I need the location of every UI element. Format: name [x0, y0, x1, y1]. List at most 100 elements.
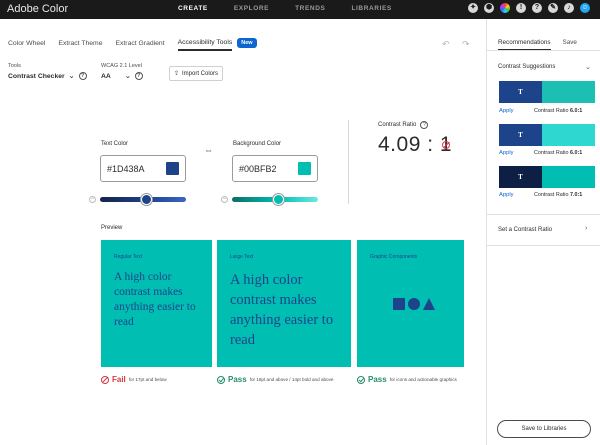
- card-label: Regular Text: [114, 254, 142, 260]
- comment-icon[interactable]: ✎: [548, 3, 558, 13]
- help-icon[interactable]: ?: [78, 72, 87, 80]
- import-colors-button[interactable]: ⇪ Import Colors: [169, 66, 223, 81]
- status-word: Pass: [228, 375, 247, 384]
- apps-icon[interactable]: ⬢: [484, 3, 494, 13]
- suggestion-ratio: Contrast Ratio 6.0:1: [534, 150, 582, 156]
- new-badge: New: [237, 38, 257, 48]
- preview-card-regular: Regular Text A high color contrast makes…: [101, 240, 212, 367]
- status-large: Pass for 18pt and above / 14pt bold and …: [217, 375, 333, 384]
- ratio-value: 6.0:1: [569, 150, 583, 156]
- ratio-value: 7.0:1: [569, 192, 583, 198]
- ratio-label: Contrast Ratio: [534, 150, 569, 156]
- undo-icon[interactable]: ↶: [442, 39, 450, 50]
- wcag-label: WCAG 2.1 Level: [101, 63, 142, 69]
- background-color-label: Background Color: [233, 141, 282, 147]
- fail-icon: [101, 375, 109, 384]
- text-color-slider-knob[interactable]: [141, 194, 152, 205]
- suggestion-bg-color: [542, 124, 595, 146]
- nav-trends[interactable]: TRENDS: [295, 5, 325, 12]
- status-graphics: Pass for icons and actionable graphics: [357, 375, 457, 384]
- triangle-shape-icon: [423, 298, 435, 310]
- top-icons: ✦ ⬢ ! ? ✎ ♪ ☺: [468, 3, 590, 13]
- card-label: Large Text: [230, 254, 254, 260]
- suggestion-ratio: Contrast Ratio 6.0:1: [534, 108, 582, 114]
- status-desc: for icons and actionable graphics: [389, 377, 457, 382]
- help-icon[interactable]: ?: [420, 121, 429, 129]
- preview-card-graphics: Graphic Components: [357, 240, 464, 367]
- card-sample-text: A high color contrast makes anything eas…: [114, 271, 196, 328]
- set-contrast-ratio-label[interactable]: Set a Contrast Ratio: [498, 227, 552, 233]
- minus-icon[interactable]: −: [221, 196, 228, 203]
- suggestion-ratio: Contrast Ratio 7.0:1: [534, 192, 582, 198]
- tab-extract-theme[interactable]: Extract Theme: [58, 40, 102, 51]
- fail-icon: [442, 141, 450, 149]
- text-color-hex: #1D438A: [107, 164, 145, 174]
- divider: [348, 120, 349, 204]
- tab-accessibility-tools[interactable]: Accessibility Tools: [177, 39, 233, 51]
- text-color-swatch[interactable]: [166, 162, 179, 175]
- card-label: Graphic Components: [370, 254, 418, 260]
- background-color-input[interactable]: #00BFB2: [232, 155, 318, 182]
- wcag-select[interactable]: AA ⌄ ?: [101, 72, 143, 80]
- help-icon[interactable]: ?: [134, 72, 143, 80]
- wcag-select-value: AA: [101, 72, 111, 80]
- save-to-libraries-button[interactable]: Save to Libraries: [497, 420, 591, 438]
- square-shape-icon: [393, 298, 405, 310]
- help-icon[interactable]: ?: [532, 3, 542, 13]
- status-regular: Fail for 17pt and below: [101, 375, 167, 384]
- suggestion-text-color: T: [499, 124, 542, 146]
- contrast-ratio-value: 4.09 : 1: [378, 133, 453, 156]
- divider: [487, 214, 600, 215]
- apply-link[interactable]: Apply: [499, 108, 514, 114]
- top-nav: CREATE EXPLORE TRENDS LIBRARIES: [178, 5, 418, 12]
- status-word: Fail: [112, 375, 126, 384]
- circle-shape-icon: [408, 298, 420, 310]
- minus-icon[interactable]: −: [89, 196, 96, 203]
- status-word: Pass: [368, 375, 387, 384]
- chevron-right-icon[interactable]: ›: [585, 225, 587, 232]
- contrast-suggestions-header[interactable]: Contrast Suggestions: [498, 64, 555, 70]
- chevron-down-icon: ⌄: [124, 73, 131, 80]
- nav-explore[interactable]: EXPLORE: [234, 5, 269, 12]
- background-color-slider-knob[interactable]: [273, 194, 284, 205]
- top-bar: Adobe Color CREATE EXPLORE TRENDS LIBRAR…: [0, 0, 600, 19]
- ratio-value: 6.0:1: [569, 108, 583, 114]
- nav-create[interactable]: CREATE: [178, 5, 208, 12]
- suggestion-pair[interactable]: T: [499, 81, 595, 103]
- text-color-input[interactable]: #1D438A: [100, 155, 186, 182]
- chevron-down-icon[interactable]: ⌄: [585, 63, 591, 71]
- contrast-ratio-label-text: Contrast Ratio: [378, 122, 417, 128]
- ratio-label: Contrast Ratio: [534, 108, 569, 114]
- card-sample-text: A high color contrast makes anything eas…: [230, 272, 334, 348]
- background-color-hex: #00BFB2: [239, 164, 277, 174]
- pass-icon: [217, 375, 225, 384]
- divider: [487, 245, 600, 246]
- app-brand[interactable]: Adobe Color: [7, 3, 68, 15]
- tools-select-value: Contrast Checker: [8, 72, 65, 80]
- avatar[interactable]: ☺: [580, 3, 590, 13]
- bell-icon[interactable]: ♪: [564, 3, 574, 13]
- preview-label: Preview: [101, 225, 123, 231]
- redo-icon[interactable]: ↷: [462, 39, 470, 50]
- tab-color-wheel[interactable]: Color Wheel: [8, 40, 45, 51]
- color-wheel-icon[interactable]: [500, 3, 510, 13]
- alert-icon[interactable]: !: [516, 3, 526, 13]
- graphic-shapes: [393, 298, 435, 310]
- sidebar: Recommendations Save Contrast Suggestion…: [486, 19, 600, 445]
- suggestion-bg-color: [542, 166, 595, 188]
- tab-extract-gradient[interactable]: Extract Gradient: [115, 40, 164, 51]
- settings-icon[interactable]: ✦: [468, 3, 478, 13]
- swap-icon[interactable]: ⇔: [204, 145, 213, 155]
- preview-card-large: Large Text A high color contrast makes a…: [217, 240, 351, 367]
- tools-select[interactable]: Contrast Checker ⌄ ?: [8, 72, 87, 80]
- tool-tabs: Color Wheel Extract Theme Extract Gradie…: [8, 38, 257, 51]
- apply-link[interactable]: Apply: [499, 150, 514, 156]
- suggestion-text-color: T: [499, 166, 542, 188]
- contrast-ratio-label: Contrast Ratio ?: [378, 121, 429, 129]
- nav-libraries[interactable]: LIBRARIES: [351, 5, 391, 12]
- suggestion-pair[interactable]: T: [499, 124, 595, 146]
- suggestion-bg-color: [542, 81, 595, 103]
- background-color-swatch[interactable]: [298, 162, 311, 175]
- apply-link[interactable]: Apply: [499, 192, 514, 198]
- suggestion-pair[interactable]: T: [499, 166, 595, 188]
